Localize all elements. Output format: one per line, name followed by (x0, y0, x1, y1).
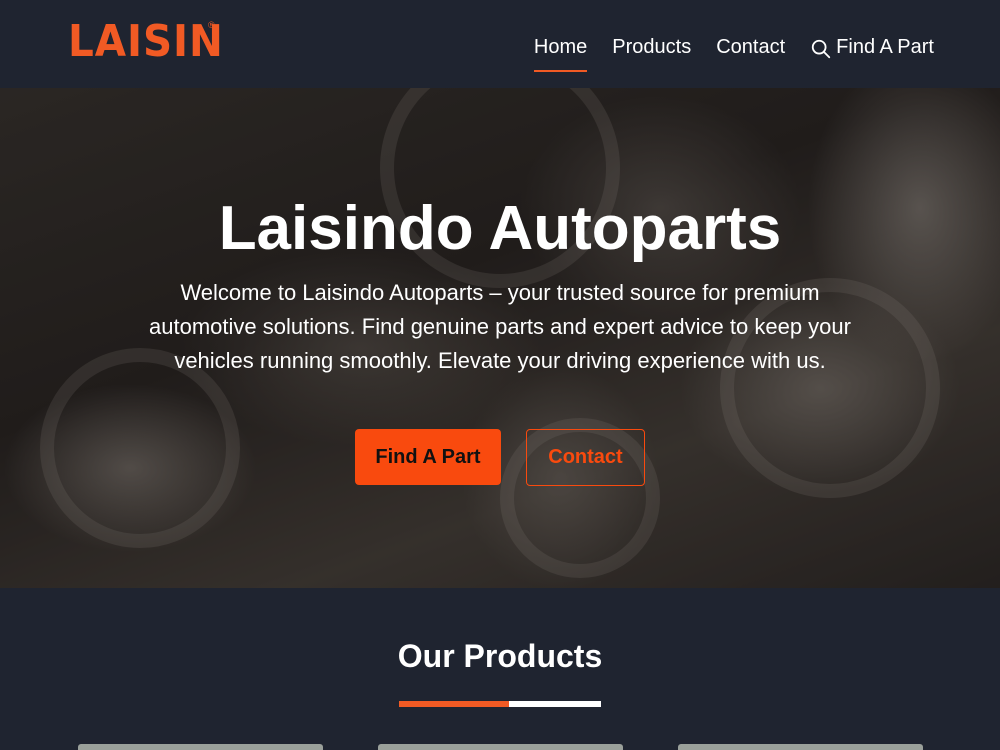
contact-button[interactable]: Contact (526, 429, 645, 486)
nav-item-contact[interactable]: Contact (716, 35, 785, 59)
find-a-part-button[interactable]: Find A Part (355, 429, 501, 485)
registered-mark: ® (208, 20, 215, 30)
product-card[interactable] (678, 744, 923, 750)
main-nav: Home Products Contact Find A Part (509, 34, 934, 72)
title-underline-accent (399, 701, 509, 707)
section-title: Our Products (397, 638, 603, 674)
laisin-logo[interactable]: LAISIN ® (68, 18, 237, 66)
find-a-part-label: Find A Part (836, 36, 934, 58)
hero-section: Laisindo Autoparts Welcome to Laisindo A… (0, 88, 1000, 588)
product-card[interactable] (378, 744, 623, 750)
product-card[interactable] (78, 744, 323, 750)
search-icon (811, 39, 831, 59)
nav-item-home[interactable]: Home (533, 35, 588, 72)
logo-text: LAISIN (68, 16, 224, 67)
title-underline-white (509, 701, 601, 707)
site-header: LAISIN ® Home Products Contact Find A Pa… (0, 0, 1000, 88)
hero-description: Welcome to Laisindo Autoparts – your tru… (149, 280, 851, 373)
nav-item-find-a-part[interactable]: Find A Part (810, 34, 934, 60)
hero-title: Laisindo Autoparts (218, 194, 782, 263)
nav-item-products[interactable]: Products (612, 35, 691, 59)
